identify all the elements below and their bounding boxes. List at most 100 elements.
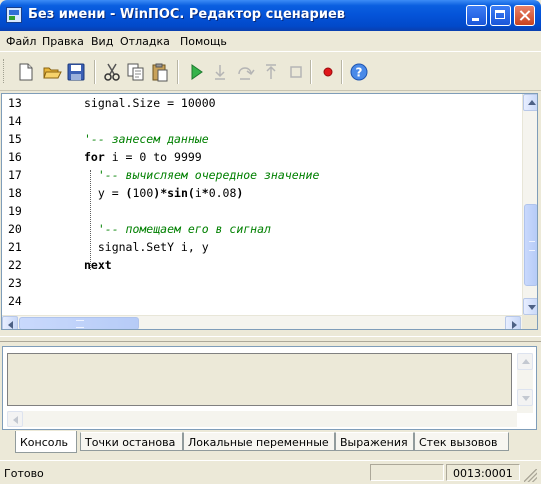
line-number: 24 — [8, 294, 22, 308]
menu-view[interactable]: Вид — [91, 35, 113, 48]
code-comment: '-- помещаем его в сигнал — [84, 222, 271, 236]
console-output[interactable] — [7, 353, 512, 406]
code-token: signal.SetY i, y — [84, 240, 209, 254]
toolbar-separator — [177, 60, 179, 84]
code-token: signal.Size = 10000 — [84, 96, 216, 110]
scissors-icon[interactable] — [102, 62, 122, 82]
cursor-position: 0013:0001 — [453, 467, 513, 480]
code-token: i = 0 to 9999 — [104, 150, 202, 164]
menu-bar: Файл Правка Вид Отладка Помощь — [0, 31, 541, 51]
save-disk-icon[interactable] — [66, 62, 86, 82]
paste-icon[interactable] — [150, 62, 170, 82]
status-bar: Готово 0013:0001 — [0, 460, 541, 484]
code-text: '-- занесем данные — [84, 132, 209, 146]
code-keyword: )*sin( — [153, 186, 195, 200]
help-icon[interactable]: ? — [349, 62, 369, 82]
editor-vertical-scrollbar[interactable] — [522, 94, 537, 315]
code-keyword: ) — [236, 186, 244, 200]
status-text: Готово — [4, 467, 44, 480]
code-text: for i = 0 to 9999 — [84, 150, 202, 164]
title-bar[interactable]: Без имени - WinПОС. Редактор сценариев — [0, 0, 541, 31]
code-text: '-- помещаем его в сигнал — [84, 222, 271, 236]
line-number: 13 — [8, 96, 22, 110]
code-token: 0.08 — [208, 186, 237, 200]
console-horizontal-scrollbar[interactable] — [7, 411, 517, 427]
console-scroll-left-button[interactable] — [7, 411, 23, 427]
open-folder-icon[interactable] — [42, 62, 62, 82]
close-button[interactable] — [514, 5, 535, 26]
code-text: signal.SetY i, y — [84, 240, 209, 254]
code-comment: '-- вычисляем очередное значение — [84, 168, 320, 182]
code-editor[interactable]: 13 14 15 16 17 18 19 20 21 22 23 24 sign… — [1, 93, 538, 330]
line-number: 20 — [8, 222, 22, 236]
line-number-gutter: 13 14 15 16 17 18 19 20 21 22 23 24 — [2, 94, 58, 315]
horizontal-scroll-thumb[interactable] — [19, 317, 139, 329]
output-tabs: Консоль Точки останова Локальные перемен… — [0, 430, 541, 456]
thumb-grip-icon — [76, 320, 84, 328]
code-keyword: * — [201, 186, 209, 200]
scroll-down-button[interactable] — [523, 298, 537, 315]
toolbar-separator — [94, 60, 96, 84]
window-title: Без имени - WinПОС. Редактор сценариев — [28, 7, 345, 22]
scrollbar-corner — [522, 315, 537, 329]
editor-horizontal-scrollbar[interactable] — [2, 315, 522, 329]
console-vertical-scrollbar[interactable] — [517, 353, 533, 413]
tab-label: Консоль — [20, 436, 69, 449]
tab-label: Точки останова — [85, 436, 176, 449]
line-number: 18 — [8, 186, 22, 200]
block-guide — [90, 170, 92, 270]
pane-splitter[interactable] — [0, 336, 541, 342]
scroll-up-button[interactable] — [523, 94, 537, 111]
breakpoint-icon[interactable] — [318, 62, 338, 82]
console-scroll-down-button[interactable] — [517, 389, 533, 406]
copy-icon[interactable] — [126, 62, 146, 82]
line-number: 19 — [8, 204, 22, 218]
new-document-icon[interactable] — [16, 62, 36, 82]
tab-local-variables[interactable]: Локальные переменные — [183, 432, 335, 451]
step-into-icon[interactable] — [210, 62, 230, 82]
output-pane — [2, 346, 537, 430]
line-number: 16 — [8, 150, 22, 164]
vertical-scroll-thumb[interactable] — [524, 204, 537, 286]
maximize-button[interactable] — [490, 5, 511, 26]
menu-help[interactable]: Помощь — [180, 35, 227, 48]
app-icon[interactable] — [6, 7, 22, 23]
toolbar: ? — [0, 51, 541, 91]
scroll-right-button[interactable] — [505, 316, 521, 329]
toolbar-separator — [310, 60, 312, 84]
code-keyword: next — [84, 258, 112, 272]
menu-debug[interactable]: Отладка — [120, 35, 170, 48]
code-token: 100 — [132, 186, 154, 200]
console-scroll-up-button[interactable] — [517, 353, 533, 370]
code-comment: '-- занесем данные — [84, 132, 209, 146]
code-text: signal.Size = 10000 — [84, 96, 216, 110]
tab-breakpoints[interactable]: Точки останова — [80, 432, 183, 451]
tab-call-stack[interactable]: Стек вызовов — [414, 432, 509, 451]
tab-expressions[interactable]: Выражения — [335, 432, 414, 451]
line-number: 21 — [8, 240, 22, 254]
code-keyword: for — [84, 150, 105, 164]
code-text: y = (100)*sin(i*0.08) — [84, 186, 243, 200]
code-token: i — [194, 186, 202, 200]
resize-grip-icon[interactable] — [524, 469, 537, 482]
toolbar-grip[interactable] — [3, 59, 7, 83]
step-over-icon[interactable] — [235, 62, 255, 82]
cursor-position-panel: 0013:0001 — [446, 464, 520, 481]
thumb-grip-icon — [529, 241, 535, 251]
tab-label: Выражения — [340, 436, 408, 449]
line-number: 15 — [8, 132, 22, 146]
tab-label: Стек вызовов — [419, 436, 498, 449]
stop-icon[interactable] — [286, 62, 306, 82]
code-text: '-- вычисляем очередное значение — [84, 168, 320, 182]
line-number: 17 — [8, 168, 22, 182]
play-icon[interactable] — [186, 62, 206, 82]
toolbar-separator — [341, 60, 343, 84]
minimize-button[interactable] — [466, 5, 487, 26]
menu-file[interactable]: Файл — [6, 35, 36, 48]
scroll-left-button[interactable] — [2, 316, 18, 329]
menu-edit[interactable]: Правка — [42, 35, 84, 48]
tab-console[interactable]: Консоль — [15, 431, 77, 453]
code-text: next — [84, 258, 112, 272]
step-out-icon[interactable] — [261, 62, 281, 82]
main-window: Без имени - WinПОС. Редактор сценариев Ф… — [0, 0, 541, 484]
